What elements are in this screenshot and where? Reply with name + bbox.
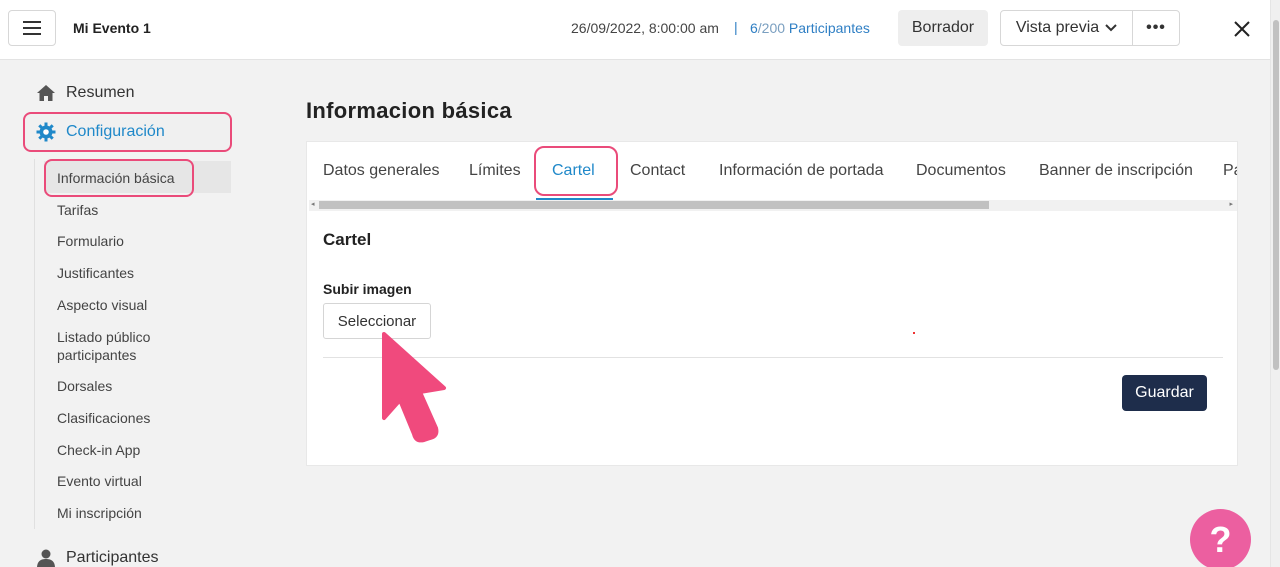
sidebar-subitem-public-list[interactable]: Listado público participantes [57, 328, 177, 364]
tab-cover-info[interactable]: Información de portada [719, 162, 884, 180]
participants-label: Participantes [785, 20, 870, 36]
chevron-down-icon [1105, 24, 1117, 32]
sidebar-item-summary[interactable]: Resumen [36, 84, 134, 102]
config-label: Configuración [66, 123, 165, 140]
preview-label: Vista previa [1015, 19, 1100, 36]
scroll-left-icon[interactable]: ◂ [311, 200, 315, 208]
pointer-arrow-icon [382, 332, 446, 443]
sidebar-subitem-rates[interactable]: Tarifas [57, 201, 98, 219]
sidebar-subitem-checkin[interactable]: Check-in App [57, 441, 140, 459]
sidebar-subitem-receipts[interactable]: Justificantes [57, 264, 134, 282]
user-icon [37, 549, 55, 567]
upload-label: Subir imagen [323, 281, 412, 297]
gear-icon [36, 122, 56, 142]
header-separator: | [734, 19, 738, 35]
sidebar-subitem-visual[interactable]: Aspecto visual [57, 296, 147, 314]
divider [323, 357, 1223, 358]
tab-contact[interactable]: Contact [630, 162, 685, 180]
sidebar-subitem-bibs[interactable]: Dorsales [57, 377, 112, 395]
sidebar-subitem-my-registration[interactable]: Mi inscripción [57, 504, 142, 522]
summary-label: Resumen [66, 84, 135, 101]
tab-documents[interactable]: Documentos [916, 162, 1006, 180]
page-scrollbar-thumb[interactable] [1273, 20, 1279, 370]
save-button[interactable]: Guardar [1122, 375, 1207, 411]
home-icon [37, 85, 55, 101]
tabs-scrollbar[interactable]: ◂ ▸ [309, 200, 1237, 211]
submenu-line [34, 159, 35, 529]
page-scrollbar[interactable] [1270, 0, 1280, 567]
page-title: Informacion básica [306, 98, 512, 123]
sidebar-subitem-rankings[interactable]: Clasificaciones [57, 409, 150, 427]
tab-general[interactable]: Datos generales [323, 162, 440, 180]
sidebar: Resumen Configuración Información básica… [0, 61, 260, 567]
scroll-right-icon[interactable]: ▸ [1229, 200, 1233, 208]
event-title: Mi Evento 1 [73, 20, 151, 36]
hamburger-icon [23, 21, 41, 35]
tab-limits[interactable]: Límites [469, 162, 521, 180]
help-button[interactable]: ? [1190, 509, 1251, 567]
tab-bar: Datos generales Límites Cartel Contact I… [307, 142, 1237, 200]
top-bar: Mi Evento 1 26/09/2022, 8:00:00 am | 6/2… [0, 0, 1270, 60]
close-icon [1234, 21, 1250, 37]
sidebar-item-participants[interactable]: Participantes [36, 548, 159, 567]
more-options-button[interactable]: ••• [1133, 11, 1179, 45]
sidebar-item-config[interactable]: Configuración [36, 122, 165, 142]
menu-button[interactable] [8, 10, 56, 46]
draft-button[interactable]: Borrador [898, 10, 988, 46]
sidebar-subitem-basic-info[interactable]: Información básica [57, 169, 175, 187]
sidebar-subitem-form[interactable]: Formulario [57, 232, 124, 250]
close-button[interactable] [1228, 15, 1256, 43]
event-datetime: 26/09/2022, 8:00:00 am [571, 20, 719, 36]
section-title: Cartel [323, 230, 372, 249]
preview-button[interactable]: Vista previa [1001, 11, 1133, 45]
participants-link[interactable]: 6/200 Participantes [750, 20, 870, 36]
participants-total: /200 [757, 20, 786, 36]
tab-overflow[interactable]: Pa [1223, 162, 1237, 180]
preview-group: Vista previa ••• [1000, 10, 1180, 46]
participants-count: 6 [750, 20, 758, 36]
participants-nav-label: Participantes [66, 549, 159, 566]
stray-dot [913, 332, 915, 334]
tabs-scrollbar-thumb[interactable] [319, 201, 989, 209]
sidebar-subitem-virtual[interactable]: Evento virtual [57, 472, 142, 490]
tab-registration-banner[interactable]: Banner de inscripción [1039, 162, 1193, 180]
tab-highlight [534, 146, 618, 196]
